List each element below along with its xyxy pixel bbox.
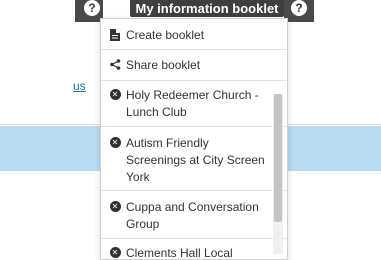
share-booklet-label: Share booklet <box>126 58 201 72</box>
menu-divider <box>101 49 287 50</box>
remove-icon[interactable]: ✕ <box>109 201 121 212</box>
booklet-entry-label[interactable]: Holy Redeemer Church - Lunch Club <box>126 87 273 121</box>
booklet-entry: ✕ Cuppa and Conversation Group <box>101 199 273 233</box>
menu-scrollbar[interactable] <box>273 94 283 254</box>
booklet-entry: ✕ Holy Redeemer Church - Lunch Club <box>101 87 273 121</box>
create-booklet-label: Create booklet <box>126 28 205 42</box>
booklet-entry: ✕ Autism Friendly Screenings at City Scr… <box>101 135 273 186</box>
scrollbar-thumb[interactable] <box>274 94 282 222</box>
share-booklet-item[interactable]: Share booklet <box>101 57 287 74</box>
my-information-booklet-button[interactable]: My information booklet <box>130 0 284 17</box>
create-booklet-item[interactable]: Create booklet <box>101 27 287 44</box>
menu-divider <box>101 126 287 127</box>
help-icon[interactable]: ? <box>84 0 100 16</box>
remove-icon[interactable]: ✕ <box>109 137 121 148</box>
menu-divider <box>101 80 287 81</box>
document-icon <box>109 29 121 41</box>
booklet-entry-label[interactable]: Autism Friendly Screenings at City Scree… <box>126 135 273 186</box>
help-icon[interactable]: ? <box>291 0 307 16</box>
menu-divider <box>101 238 287 239</box>
menu-divider <box>101 190 287 191</box>
background-link[interactable]: us <box>73 79 86 93</box>
booklet-dropdown-menu: Create booklet Share booklet ✕ Holy Rede… <box>100 18 288 260</box>
share-icon <box>109 59 121 70</box>
booklet-entry-label[interactable]: Cuppa and Conversation Group <box>126 199 273 233</box>
remove-icon[interactable]: ✕ <box>109 89 121 100</box>
